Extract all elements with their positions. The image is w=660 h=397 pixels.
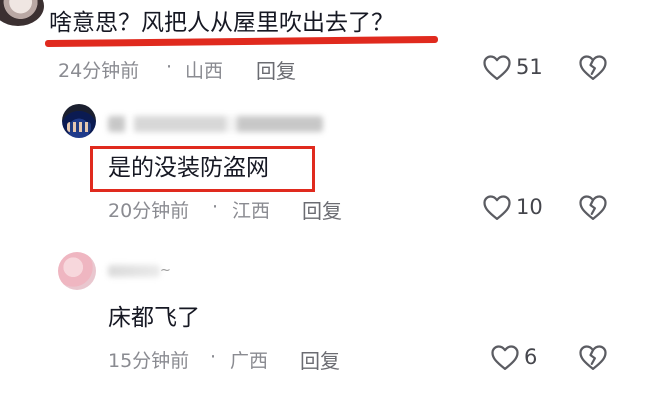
comment-location: 山西	[185, 60, 224, 82]
meta-separator: ·	[212, 196, 219, 218]
avatar[interactable]	[58, 252, 96, 290]
red-box-annotation	[90, 146, 315, 192]
like-count: 10	[516, 195, 543, 219]
reply-button[interactable]: 回复	[302, 195, 342, 224]
heart-outline-icon	[483, 55, 511, 80]
avatar[interactable]	[0, 0, 44, 26]
dislike-button[interactable]	[578, 193, 608, 221]
broken-heart-icon	[579, 55, 607, 80]
like-button[interactable]	[482, 193, 512, 221]
broken-heart-icon	[579, 195, 607, 220]
dislike-button[interactable]	[578, 343, 608, 371]
username-suffix: ~	[160, 263, 171, 278]
dislike-button[interactable]	[578, 53, 608, 81]
comment-time: 24分钟前	[58, 60, 140, 82]
comment-time: 20分钟前	[108, 200, 190, 222]
like-count: 6	[524, 345, 538, 369]
like-button[interactable]	[482, 53, 512, 81]
reply-button[interactable]: 回复	[300, 345, 340, 374]
comment-location: 江西	[232, 200, 271, 222]
heart-outline-icon	[491, 345, 519, 370]
comment-text: 啥意思？风把人从屋里吹出去了？	[49, 10, 394, 36]
like-count: 51	[516, 55, 543, 79]
heart-outline-icon	[483, 195, 511, 220]
comment-text: 床都飞了	[108, 305, 200, 331]
like-button[interactable]	[490, 343, 520, 371]
comment-location: 广西	[230, 350, 269, 372]
meta-separator: ·	[210, 346, 217, 368]
username-blurred	[108, 116, 323, 132]
comment-time: 15分钟前	[108, 350, 190, 372]
avatar[interactable]	[62, 104, 96, 138]
username-blurred	[108, 265, 160, 277]
reply-button[interactable]: 回复	[256, 55, 296, 84]
meta-separator: ·	[166, 56, 173, 78]
broken-heart-icon	[579, 345, 607, 370]
